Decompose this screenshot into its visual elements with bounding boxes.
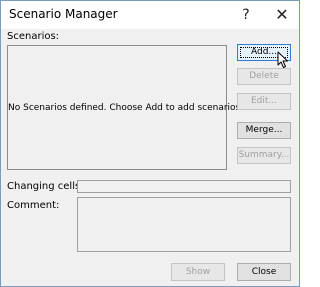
close-window-button[interactable]: ✕ — [267, 1, 297, 29]
show-button-label: Show — [185, 266, 211, 277]
edit-button-label: Edit... — [250, 96, 277, 106]
delete-button[interactable]: Delete — [237, 68, 291, 85]
scenarios-label: Scenarios: — [7, 31, 60, 42]
summary-button-label: Summary... — [238, 150, 290, 160]
add-button-label: Add... — [250, 47, 277, 57]
delete-button-label: Delete — [249, 71, 279, 81]
comment-field — [77, 197, 291, 252]
changing-cells-label: Changing cells: — [7, 181, 84, 192]
close-button-label: Close — [251, 266, 277, 277]
empty-scenarios-message: No Scenarios defined. Choose Add to add … — [8, 103, 244, 113]
window-title: Scenario Manager — [9, 7, 118, 21]
summary-button[interactable]: Summary... — [237, 147, 291, 164]
show-button[interactable]: Show — [171, 263, 225, 281]
comment-label: Comment: — [7, 200, 60, 211]
edit-button[interactable]: Edit... — [237, 93, 291, 110]
merge-button-label: Merge... — [245, 125, 283, 135]
help-button[interactable]: ? — [231, 1, 261, 29]
changing-cells-field — [77, 180, 291, 193]
mouse-pointer-icon — [277, 51, 288, 68]
merge-button[interactable]: Merge... — [237, 122, 291, 139]
title-bar: Scenario Manager ? ✕ — [1, 1, 299, 29]
scenarios-listbox[interactable]: No Scenarios defined. Choose Add to add … — [7, 45, 244, 170]
scenario-manager-dialog: Scenario Manager ? ✕ Scenarios: No Scena… — [0, 0, 300, 287]
close-button[interactable]: Close — [237, 263, 291, 281]
